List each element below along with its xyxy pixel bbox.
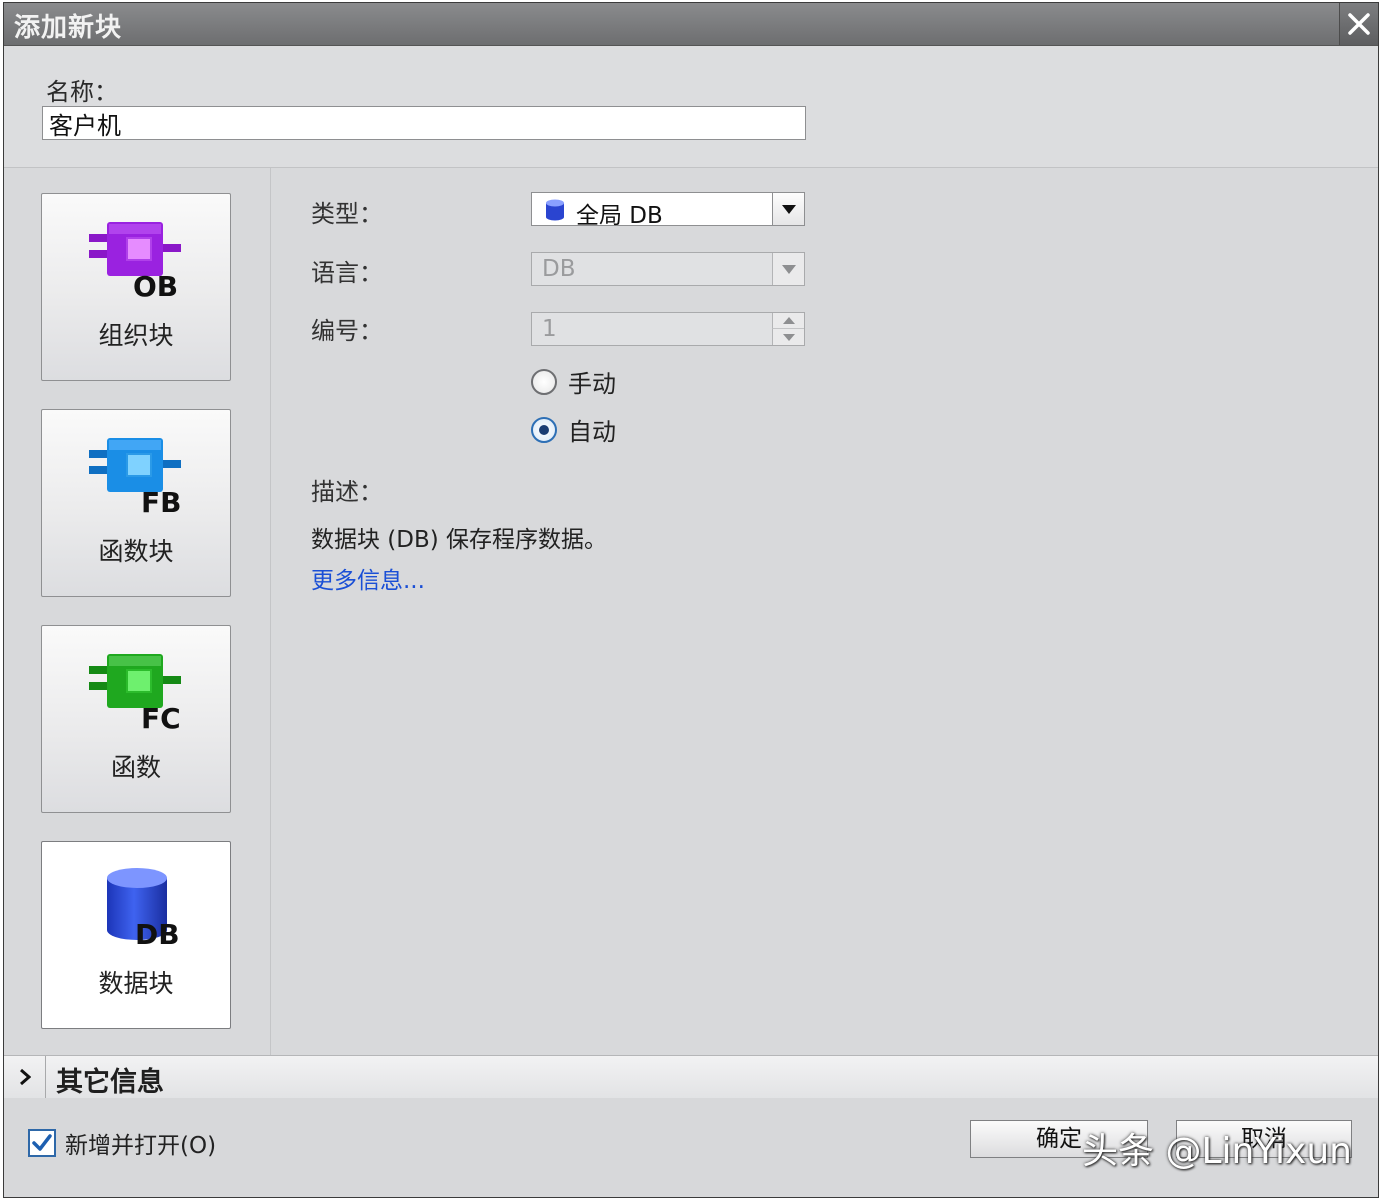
radio-auto[interactable]: 自动 <box>531 412 616 447</box>
fb-block-icon: FB <box>89 438 181 516</box>
dialog-footer: 新增并打开(O) 确定 取消 <box>4 1098 1378 1197</box>
title-bar: 添加新块 <box>4 3 1378 46</box>
arrow-down-icon <box>782 333 795 341</box>
description-text: 数据块 (DB) 保存程序数据。 <box>311 527 608 553</box>
language-value: DB <box>542 256 576 282</box>
svg-text:FB: FB <box>141 486 181 516</box>
close-button[interactable] <box>1339 3 1378 45</box>
expand-button[interactable] <box>4 1056 46 1098</box>
type-value: 全局 DB <box>576 203 663 229</box>
type-dropdown-button[interactable] <box>772 193 804 225</box>
spin-down-button <box>772 329 804 345</box>
db-block-icon: DB <box>107 868 180 948</box>
block-type-panel: OB 组织块 FB 函数块 FC 函数 DB 数据块 <box>4 168 271 1055</box>
checkmark-icon <box>32 1134 52 1151</box>
radio-auto-label: 自动 <box>568 418 616 446</box>
block-properties-panel: 类型： 全局 DB 语言： DB 编号： 1 手动 自动 描述： 数据块 (DB… <box>271 168 1378 1055</box>
dialog-title: 添加新块 <box>14 13 123 43</box>
language-label: 语言： <box>311 259 383 287</box>
radio-auto-circle[interactable] <box>531 416 557 443</box>
language-dropdown: DB <box>531 252 805 286</box>
add-and-open-checkbox[interactable] <box>28 1129 56 1157</box>
number-value: 1 <box>542 316 557 342</box>
type-label: 类型： <box>311 200 383 228</box>
language-dropdown-button <box>772 253 804 285</box>
block-type-ob-button[interactable]: OB 组织块 <box>41 193 231 381</box>
block-type-db-label: 数据块 <box>98 969 174 998</box>
svg-text:OB: OB <box>133 270 178 300</box>
ok-button[interactable]: 确定 <box>970 1120 1148 1158</box>
spin-up-button <box>772 313 804 329</box>
fc-block-icon: FC <box>89 654 181 732</box>
radio-manual-circle[interactable] <box>531 368 557 395</box>
other-info-section[interactable]: 其它信息 <box>4 1055 1378 1099</box>
name-label: 名称： <box>46 78 118 106</box>
add-and-open-label: 新增并打开(O) <box>65 1133 217 1159</box>
chevron-down-icon <box>781 264 796 274</box>
cancel-button[interactable]: 取消 <box>1176 1120 1352 1158</box>
block-type-fb-button[interactable]: FB 函数块 <box>41 409 231 597</box>
svg-text:DB: DB <box>135 918 180 948</box>
ob-block-icon: OB <box>89 222 181 300</box>
block-type-fc-label: 函数 <box>110 753 161 782</box>
block-type-ob-label: 组织块 <box>98 321 174 350</box>
svg-text:FC: FC <box>141 702 181 732</box>
chevron-down-icon <box>781 204 796 214</box>
chevron-right-icon <box>19 1068 31 1086</box>
add-new-block-dialog: 添加新块 名称： OB 组织块 <box>3 2 1379 1198</box>
add-and-open-option[interactable]: 新增并打开(O) <box>28 1126 216 1160</box>
name-input[interactable] <box>42 106 806 140</box>
block-type-fc-button[interactable]: FC 函数 <box>41 625 231 813</box>
name-section: 名称： <box>4 46 1378 168</box>
number-label: 编号： <box>311 317 383 345</box>
description-label: 描述： <box>311 478 383 506</box>
radio-manual-label: 手动 <box>568 370 616 398</box>
number-spinner: 1 <box>531 312 805 346</box>
more-info-link[interactable]: 更多信息... <box>311 561 425 595</box>
arrow-up-icon <box>782 317 795 324</box>
block-type-fb-label: 函数块 <box>98 537 174 566</box>
radio-manual[interactable]: 手动 <box>531 364 616 399</box>
close-icon <box>1348 13 1370 35</box>
db-small-icon <box>546 199 564 221</box>
other-info-label: 其它信息 <box>56 1067 164 1098</box>
block-type-db-button[interactable]: DB 数据块 <box>41 841 231 1029</box>
type-dropdown[interactable]: 全局 DB <box>531 192 805 229</box>
